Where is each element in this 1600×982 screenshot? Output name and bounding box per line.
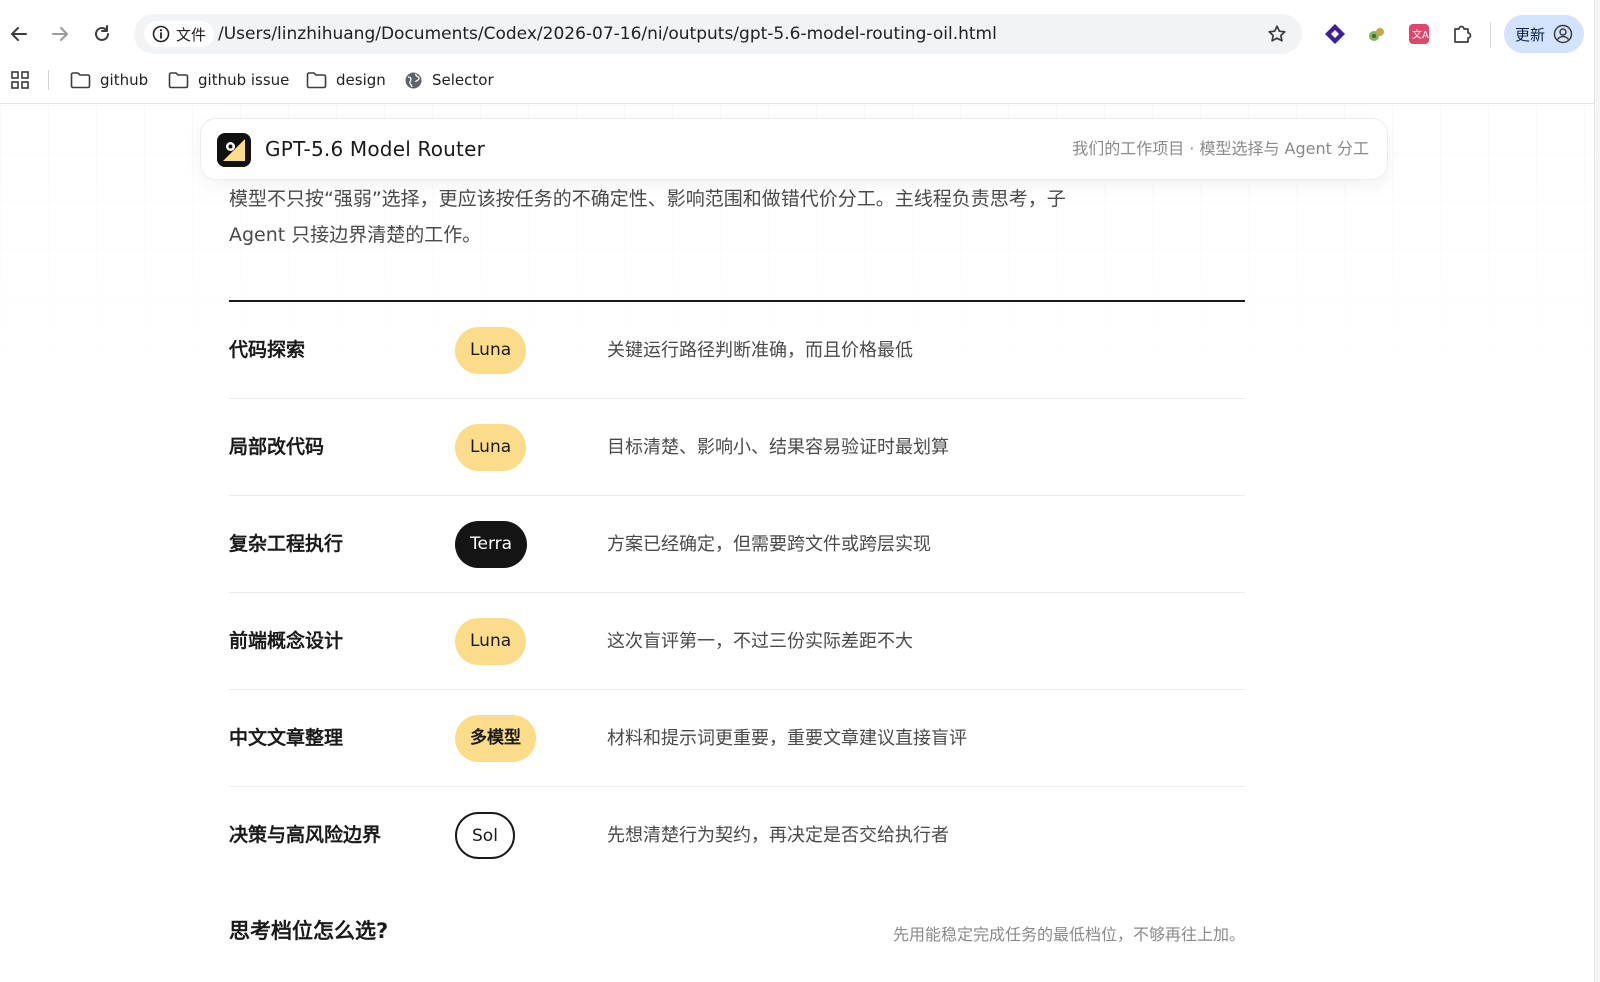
- toolbar-separator: [1490, 22, 1491, 48]
- apps-button[interactable]: [10, 66, 30, 94]
- model-badge: Sol: [455, 812, 515, 859]
- browser-toolbar: 文件 /Users/linzhihuang/Documents/Codex/20…: [0, 0, 1594, 104]
- arrow-right-icon: [52, 27, 68, 41]
- profile-avatar-icon: [1553, 24, 1573, 44]
- intro-line: Agent 只接边界清楚的工作。: [229, 224, 482, 246]
- folder-icon: [168, 72, 189, 89]
- bookmark-selector[interactable]: Selector: [404, 66, 494, 94]
- bug-extension-icon: [1369, 28, 1384, 41]
- site-info-button[interactable]: 文件: [144, 21, 215, 47]
- routing-row: 复杂工程执行 Terra 方案已经确定，但需要跨文件或跨层实现: [229, 496, 1245, 593]
- globe-icon: [405, 72, 422, 88]
- router-logo-icon: [217, 133, 251, 167]
- task-name: 决策与高风险边界: [229, 824, 382, 846]
- arrow-left-icon: [11, 27, 27, 41]
- bookmark-github[interactable]: github: [70, 66, 148, 94]
- folder-icon: [70, 72, 91, 89]
- bookmark-label: github issue: [198, 71, 290, 89]
- bookmark-label: design: [336, 71, 386, 89]
- page-scrollbar[interactable]: [1594, 0, 1600, 982]
- extension-translate[interactable]: 文A: [1407, 22, 1431, 46]
- intro-paragraph: 模型不只按“强弱”选择，更应该按任务的不确定性、影响范围和做错代价分工。主线程负…: [229, 181, 1149, 253]
- app-header: GPT-5.6 Model Router 我们的工作项目 · 模型选择与 Age…: [200, 118, 1388, 180]
- task-name: 局部改代码: [229, 436, 325, 458]
- bookmark-label: github: [100, 71, 149, 89]
- task-name: 中文文章整理: [229, 727, 344, 749]
- task-name: 复杂工程执行: [229, 533, 344, 555]
- task-name: 前端概念设计: [229, 630, 344, 652]
- extension-bugs[interactable]: [1365, 22, 1389, 46]
- model-badge: Luna: [455, 618, 527, 665]
- routing-table: 代码探索 Luna 关键运行路径判断准确，而且价格最低 局部改代码 Luna 目…: [229, 302, 1245, 884]
- routing-reason: 先想清楚行为契约，再决定是否交给执行者: [607, 825, 949, 846]
- bookmarks-bar: github github issue design Selector: [0, 64, 1594, 96]
- model-badge: Terra: [455, 521, 528, 568]
- routing-reason: 这次盲评第一，不过三份实际差距不大: [607, 631, 913, 652]
- bookmarks-separator: [48, 70, 49, 90]
- page-content: GPT-5.6 Model Router 我们的工作项目 · 模型选择与 Age…: [0, 105, 1594, 982]
- task-name: 代码探索: [229, 339, 306, 361]
- update-label: 更新: [1514, 25, 1545, 44]
- site-info-label: 文件: [176, 25, 207, 44]
- back-button[interactable]: [5, 20, 33, 48]
- forward-button[interactable]: [46, 20, 74, 48]
- model-badge: 多模型: [455, 715, 536, 762]
- update-button[interactable]: 更新: [1504, 15, 1584, 53]
- translate-icon: 文A: [1409, 24, 1429, 44]
- extensions-menu-button[interactable]: [1450, 22, 1474, 46]
- bookmark-star-button[interactable]: [1266, 23, 1288, 45]
- puzzle-icon: [1454, 25, 1472, 43]
- routing-row: 决策与高风险边界 Sol 先想清楚行为契约，再决定是否交给执行者: [229, 787, 1245, 884]
- routing-row: 代码探索 Luna 关键运行路径判断准确，而且价格最低: [229, 302, 1245, 399]
- app-title: GPT-5.6 Model Router: [265, 137, 486, 161]
- reload-icon: [95, 25, 109, 41]
- bookmark-label: Selector: [432, 71, 494, 89]
- app-subtitle: 我们的工作项目 · 模型选择与 Agent 分工: [1072, 139, 1369, 158]
- diamond-extension-icon: [1325, 24, 1345, 44]
- routing-row: 局部改代码 Luna 目标清楚、影响小、结果容易验证时最划算: [229, 399, 1245, 496]
- model-badge: Luna: [455, 327, 527, 374]
- bookmark-github-issue[interactable]: github issue: [168, 66, 289, 94]
- apps-grid-icon: [11, 71, 29, 89]
- routing-row: 中文文章整理 多模型 材料和提示词更重要，重要文章建议直接盲评: [229, 690, 1245, 787]
- routing-reason: 关键运行路径判断准确，而且价格最低: [607, 340, 913, 361]
- address-bar[interactable]: 文件 /Users/linzhihuang/Documents/Codex/20…: [134, 14, 1302, 54]
- section-title: 思考档位怎么选?: [229, 919, 389, 943]
- intro-line: 模型不只按“强弱”选择，更应该按任务的不确定性、影响范围和做错代价分工。主线程负…: [229, 188, 1066, 210]
- info-icon: [152, 25, 170, 43]
- extension-diamond[interactable]: [1323, 22, 1347, 46]
- folder-icon: [306, 72, 327, 89]
- routing-row: 前端概念设计 Luna 这次盲评第一，不过三份实际差距不大: [229, 593, 1245, 690]
- svg-text:文A: 文A: [1412, 28, 1429, 41]
- routing-reason: 目标清楚、影响小、结果容易验证时最划算: [607, 437, 949, 458]
- reload-button[interactable]: [88, 20, 116, 48]
- bookmark-design[interactable]: design: [306, 66, 386, 94]
- routing-reason: 材料和提示词更重要，重要文章建议直接盲评: [607, 728, 967, 749]
- routing-reason: 方案已经确定，但需要跨文件或跨层实现: [607, 534, 931, 555]
- url-text[interactable]: /Users/linzhihuang/Documents/Codex/2026-…: [218, 14, 997, 54]
- section-note: 先用能稳定完成任务的最低档位，不够再往上加。: [892, 925, 1245, 944]
- model-badge: Luna: [455, 424, 527, 471]
- star-icon: [1268, 25, 1286, 42]
